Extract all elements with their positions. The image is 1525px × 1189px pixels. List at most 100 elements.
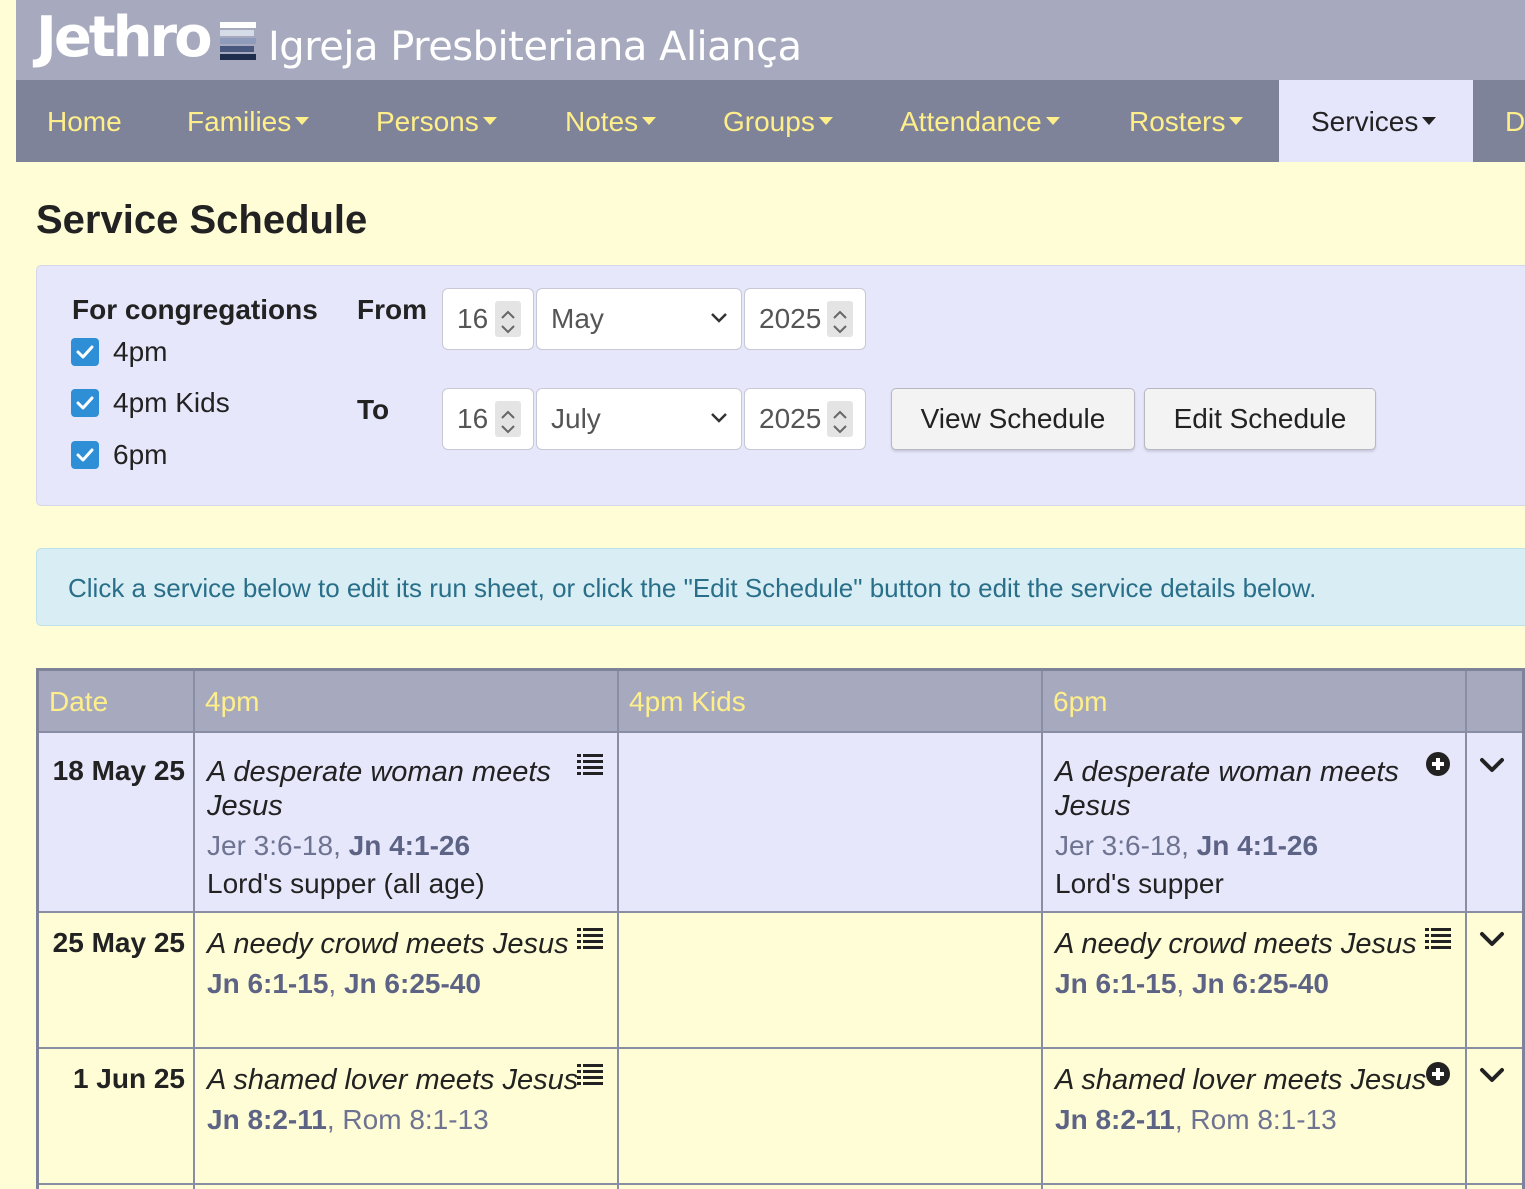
chevron-down-icon [711, 313, 727, 323]
service-readings: Jn 6:1-15, Jn 6:25-40 [207, 967, 587, 1001]
service-cell-4pm[interactable]: A needy crowd meets Jesus Jn 6:1-15, Jn … [207, 927, 587, 1001]
schedule-table: Date 4pm 4pm Kids 6pm 18 May 25 A desper… [36, 668, 1525, 1189]
service-cell-4pm[interactable]: A shamed lover meets Jesus Jn 8:2-11, Ro… [207, 1063, 587, 1137]
congregation-option-6pm[interactable]: 6pm [71, 439, 167, 471]
reading[interactable]: Jn 6:25-40 [1192, 968, 1329, 999]
nav-notes-label: Notes [565, 106, 639, 137]
to-month-select[interactable]: July [536, 388, 742, 450]
service-readings: Jn 8:2-11, Rom 8:1-13 [207, 1103, 587, 1137]
reading[interactable]: Jn 4:1-26 [1197, 830, 1318, 861]
reading[interactable]: Rom 8:1-13 [342, 1104, 488, 1135]
checkbox-label: 4pm Kids [113, 387, 230, 418]
caret-down-icon [818, 117, 833, 125]
spinner-icon[interactable] [495, 301, 521, 337]
from-month-select[interactable]: May [536, 288, 742, 350]
reading[interactable]: Jn 6:1-15 [1055, 968, 1176, 999]
list-icon[interactable] [577, 753, 603, 775]
spinner-icon[interactable] [495, 401, 521, 437]
nav-groups[interactable]: Groups [723, 80, 833, 162]
service-note: Lord's supper [1055, 868, 1224, 899]
service-readings: Jer 3:6-18, Jn 4:1-26 [1055, 829, 1435, 863]
from-label: From [357, 294, 427, 325]
checkbox-6pm[interactable] [71, 441, 99, 469]
nav-persons-label: Persons [376, 106, 479, 137]
header-6pm: 6pm [1053, 686, 1108, 717]
checkbox-4pm-kids[interactable] [71, 389, 99, 417]
header-date: Date [49, 686, 109, 717]
spinner-icon[interactable] [827, 301, 853, 337]
service-readings: Jn 6:1-15, Jn 6:25-40 [1055, 967, 1435, 1001]
header-4pm-kids: 4pm Kids [629, 686, 746, 717]
column-divider [193, 671, 195, 1189]
to-year-input[interactable]: 2025 [744, 388, 866, 450]
reading[interactable]: Jer 3:6-18 [1055, 830, 1181, 861]
list-icon[interactable] [577, 927, 603, 949]
nav-more[interactable]: D [1505, 80, 1525, 162]
chevron-down-icon[interactable] [1479, 931, 1505, 949]
from-day-input[interactable]: 16 [442, 288, 534, 350]
caret-down-icon [1422, 117, 1437, 125]
check-icon [76, 448, 94, 462]
nav-families[interactable]: Families [187, 80, 310, 162]
table-row [39, 1185, 1522, 1189]
service-cell-6pm[interactable]: A needy crowd meets Jesus Jn 6:1-15, Jn … [1055, 927, 1435, 1001]
reading[interactable]: Jn 4:1-26 [349, 830, 470, 861]
from-year-input[interactable]: 2025 [744, 288, 866, 350]
caret-down-icon [642, 117, 657, 125]
reading[interactable]: Jn 6:1-15 [207, 968, 328, 999]
chevron-down-icon[interactable] [1479, 1067, 1505, 1085]
reading[interactable]: Jn 8:2-11 [207, 1104, 327, 1135]
nav-groups-label: Groups [723, 106, 815, 137]
congregation-option-4pm-kids[interactable]: 4pm Kids [71, 387, 230, 419]
plus-circle-icon[interactable] [1425, 1061, 1451, 1087]
nav-persons[interactable]: Persons [376, 80, 497, 162]
edit-schedule-button[interactable]: Edit Schedule [1144, 388, 1376, 450]
nav-attendance-label: Attendance [900, 106, 1042, 137]
plus-circle-icon[interactable] [1425, 751, 1451, 777]
reading[interactable]: Rom 8:1-13 [1190, 1104, 1336, 1135]
reading[interactable]: Jn 6:25-40 [344, 968, 481, 999]
nav-services[interactable]: Services [1279, 80, 1473, 162]
service-title: A needy crowd meets Jesus [1055, 928, 1417, 960]
nav-families-label: Families [187, 106, 292, 137]
checkbox-4pm[interactable] [71, 338, 99, 366]
spinner-arrows-icon [501, 410, 515, 434]
spinner-arrows-icon [501, 310, 515, 334]
service-cell-4pm[interactable]: A desperate woman meets Jesus Jer 3:6-18… [207, 755, 587, 901]
checkbox-label: 4pm [113, 336, 168, 367]
list-icon[interactable] [1425, 927, 1451, 949]
service-title: A desperate woman meets Jesus [1055, 756, 1399, 822]
nav-notes[interactable]: Notes [565, 80, 657, 162]
nav-rosters-label: Rosters [1129, 106, 1226, 137]
church-name: Igreja Presbiteriana Aliança [268, 24, 802, 70]
list-icon[interactable] [577, 1063, 603, 1085]
nav-rosters[interactable]: Rosters [1129, 80, 1244, 162]
spinner-icon[interactable] [827, 401, 853, 437]
to-day-input[interactable]: 16 [442, 388, 534, 450]
reading-separator: , [1181, 830, 1197, 861]
spinner-arrows-icon [833, 310, 847, 334]
table-row: 18 May 25 A desperate woman meets Jesus … [39, 733, 1522, 913]
to-day-value: 16 [457, 403, 489, 434]
nav-home[interactable]: Home [47, 80, 122, 162]
reading-separator: , [328, 968, 344, 999]
reading[interactable]: Jer 3:6-18 [207, 830, 333, 861]
nav-attendance[interactable]: Attendance [900, 80, 1060, 162]
reading-separator: , [326, 1104, 343, 1135]
check-icon [76, 345, 94, 359]
chevron-down-icon [711, 413, 727, 423]
service-cell-6pm[interactable]: A desperate woman meets Jesus Jer 3:6-18… [1055, 755, 1435, 901]
view-schedule-button[interactable]: View Schedule [891, 388, 1135, 450]
spinner-arrows-icon [833, 410, 847, 434]
check-icon [76, 396, 94, 410]
header-4pm: 4pm [205, 686, 260, 717]
chevron-down-icon[interactable] [1479, 757, 1505, 775]
reading[interactable]: Jn 8:2-11 [1055, 1104, 1175, 1135]
service-cell-6pm[interactable]: A shamed lover meets Jesus Jn 8:2-11, Ro… [1055, 1063, 1435, 1137]
jethro-logo[interactable]: Jethro [36, 6, 213, 70]
row-date: 1 Jun 25 [72, 1063, 185, 1094]
from-year-value: 2025 [759, 303, 822, 334]
congregation-option-4pm[interactable]: 4pm [71, 336, 167, 368]
caret-down-icon [295, 117, 310, 125]
page-title: Service Schedule [36, 198, 368, 242]
